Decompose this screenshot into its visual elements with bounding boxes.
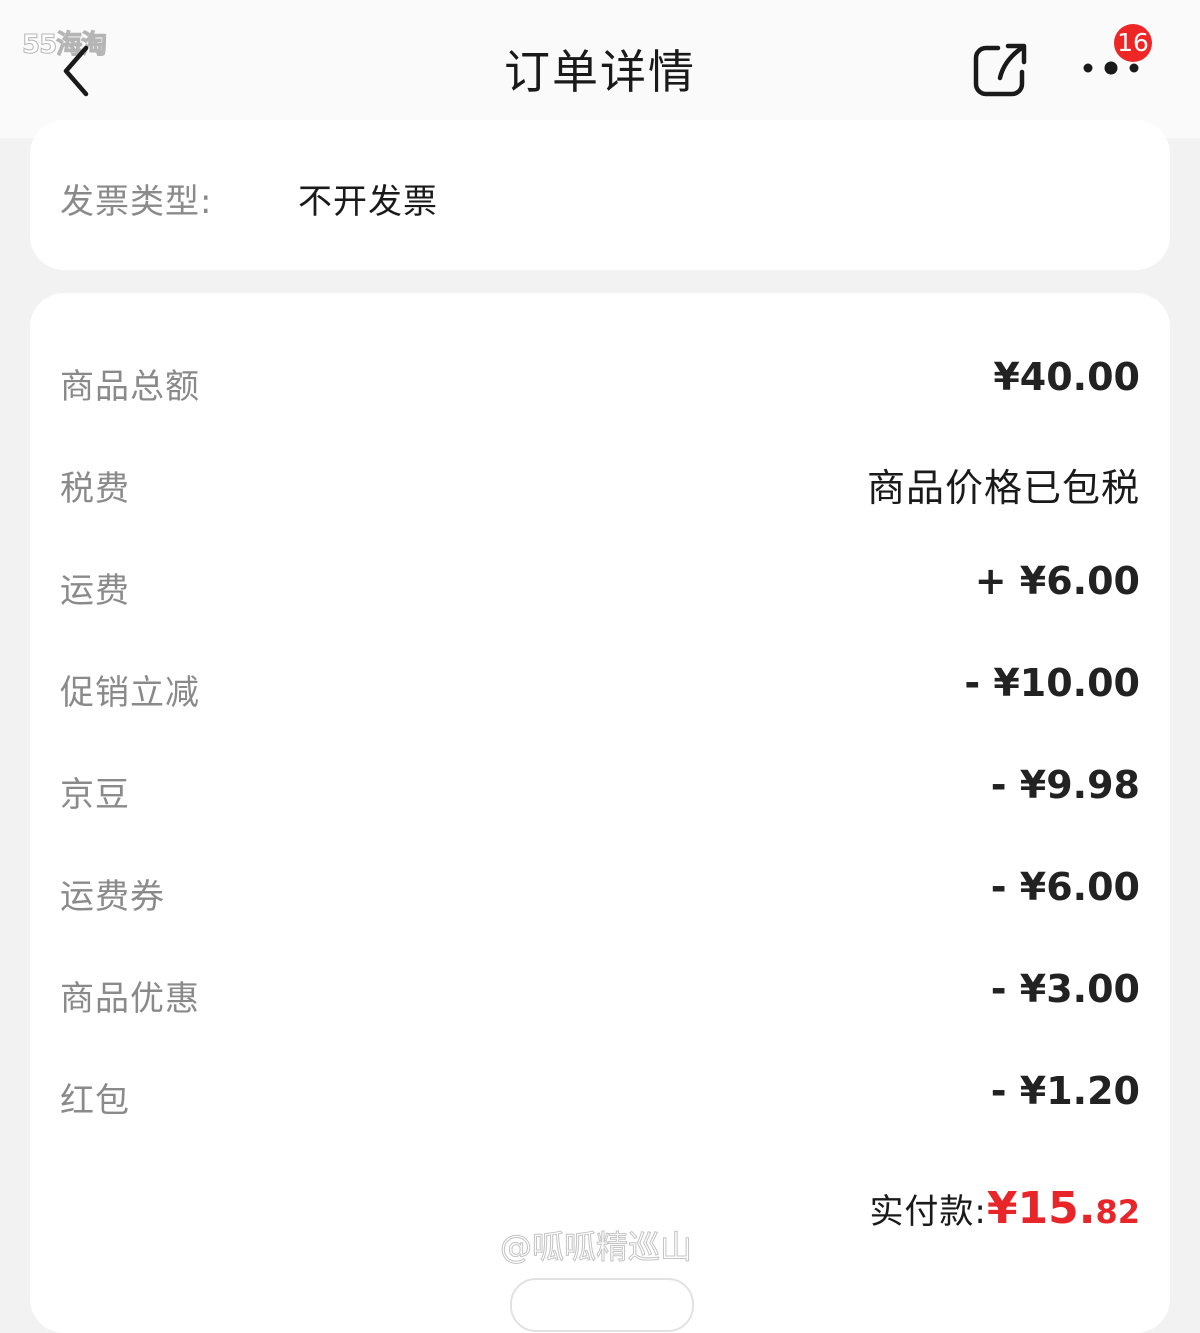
top-navigation-bar: 55海淘 订单详情 16 bbox=[0, 0, 1200, 138]
cost-label: 商品优惠 bbox=[60, 979, 200, 1019]
actual-payment: 实付款:¥15.82 bbox=[869, 1183, 1140, 1234]
cost-row-promotion: 促销立减 - ¥10.00 bbox=[60, 655, 1140, 715]
cost-value: - ¥1.20 bbox=[990, 1069, 1140, 1113]
actual-payment-amount-integer: ¥15. bbox=[986, 1183, 1096, 1234]
cost-summary-card: 商品总额 ¥40.00 税费 商品价格已包税 运费 + ¥6.00 促销立减 -… bbox=[30, 293, 1170, 1333]
cost-value: 商品价格已包税 bbox=[866, 466, 1140, 510]
invoice-type-label: 发票类型: bbox=[60, 182, 213, 222]
cost-row-shipping: 运费 + ¥6.00 bbox=[60, 553, 1140, 613]
cost-row-red-packet: 红包 - ¥1.20 bbox=[60, 1063, 1140, 1123]
cost-label: 京豆 bbox=[60, 775, 130, 815]
invoice-card: 发票类型: 不开发票 bbox=[30, 120, 1170, 270]
cost-label: 运费券 bbox=[60, 877, 165, 917]
cost-row-goods-discount: 商品优惠 - ¥3.00 bbox=[60, 961, 1140, 1021]
cost-label: 运费 bbox=[60, 571, 130, 611]
cost-value: - ¥9.98 bbox=[990, 763, 1140, 807]
cost-row-goods-total: 商品总额 ¥40.00 bbox=[60, 349, 1140, 409]
cost-value: + ¥6.00 bbox=[974, 559, 1140, 603]
cost-row-jd-beans: 京豆 - ¥9.98 bbox=[60, 757, 1140, 817]
cost-value: ¥40.00 bbox=[993, 355, 1140, 399]
bottom-action-button[interactable] bbox=[510, 1278, 694, 1332]
watermark-username: @呱呱精巡山 bbox=[499, 1228, 693, 1267]
notification-badge: 16 bbox=[1114, 24, 1152, 62]
invoice-type-value: 不开发票 bbox=[298, 182, 438, 222]
cost-row-shipping-coupon: 运费券 - ¥6.00 bbox=[60, 859, 1140, 919]
cost-label: 商品总额 bbox=[60, 367, 200, 407]
cost-label: 促销立减 bbox=[60, 673, 200, 713]
share-button[interactable] bbox=[970, 38, 1032, 100]
actual-payment-label: 实付款: bbox=[869, 1192, 987, 1232]
share-icon bbox=[973, 43, 1027, 97]
cost-value: - ¥3.00 bbox=[990, 967, 1140, 1011]
actual-payment-amount-decimal: 82 bbox=[1095, 1193, 1140, 1231]
cost-row-tax: 税费 商品价格已包税 bbox=[60, 451, 1140, 511]
cost-value: - ¥10.00 bbox=[964, 661, 1140, 705]
cost-label: 红包 bbox=[60, 1081, 130, 1121]
cost-label: 税费 bbox=[60, 469, 130, 509]
cost-value: - ¥6.00 bbox=[990, 865, 1140, 909]
